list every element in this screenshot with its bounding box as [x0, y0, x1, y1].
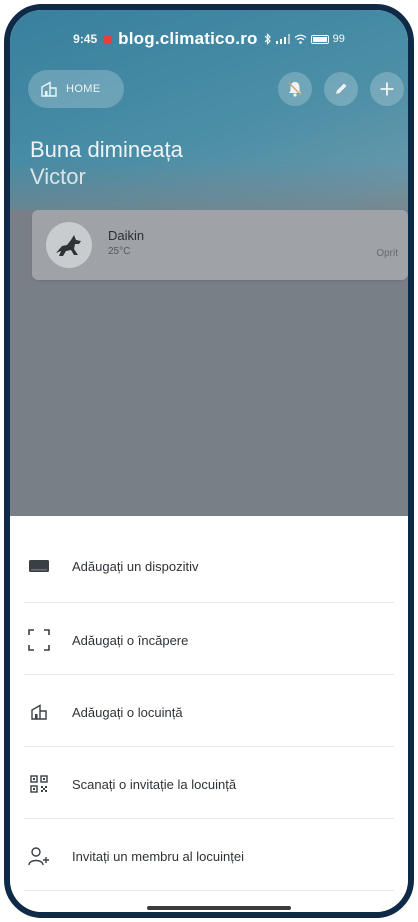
menu-item-scan-invitation[interactable]: Scanați o invitație la locuință	[10, 748, 408, 820]
divider	[24, 602, 394, 603]
add-button[interactable]	[370, 72, 404, 106]
menu-item-label: Adăugați un dispozitiv	[72, 558, 199, 574]
home-label: HOME	[66, 83, 101, 95]
plus-icon	[380, 82, 394, 96]
divider	[24, 818, 394, 819]
add-menu-sheet: Adăugați un dispozitiv Adăugați o încăpe…	[10, 516, 408, 912]
phone-frame: 9:45 blog.climatico.ro 99 HOME Buna dimi…	[4, 4, 414, 918]
bell-icon	[288, 82, 302, 97]
notification-icon	[103, 34, 113, 44]
notifications-button[interactable]	[278, 72, 312, 106]
home-indicator[interactable]	[147, 906, 291, 910]
bluetooth-icon	[264, 33, 271, 45]
menu-item-label: Adăugați o încăpere	[72, 632, 189, 648]
status-bar: 9:45 blog.climatico.ro 99	[10, 26, 408, 52]
add-person-icon	[28, 845, 50, 867]
status-icons: 99	[264, 33, 345, 45]
user-name: Victor	[30, 164, 86, 189]
battery-icon	[310, 34, 329, 44]
divider	[24, 746, 394, 747]
greeting-text: Buna dimineața	[30, 137, 183, 162]
pencil-icon	[336, 83, 347, 94]
edit-button[interactable]	[324, 72, 358, 106]
unicorn-icon	[56, 235, 81, 256]
menu-item-add-home[interactable]: Adăugați o locuință	[10, 676, 408, 748]
device-icon	[28, 555, 50, 577]
status-time: 9:45	[73, 32, 98, 46]
house-icon	[41, 81, 57, 97]
watermark-text: blog.climatico.ro	[118, 29, 258, 48]
menu-item-add-device[interactable]: Adăugați un dispozitiv	[10, 530, 408, 602]
menu-item-label: Invitați un membru al locuinței	[72, 848, 244, 864]
room-frame-icon	[28, 629, 50, 651]
device-state: Oprit	[376, 248, 398, 259]
menu-item-label: Scanați o invitație la locuință	[72, 776, 237, 792]
device-avatar	[46, 222, 92, 268]
screen: 9:45 blog.climatico.ro 99 HOME Buna dimi…	[10, 10, 408, 912]
top-bar: HOME	[28, 70, 404, 110]
menu-item-add-room[interactable]: Adăugați o încăpere	[10, 604, 408, 676]
signal-icon	[275, 34, 290, 44]
house-icon	[28, 701, 50, 723]
menu-item-invite-member[interactable]: Invitați un membru al locuinței	[10, 820, 408, 892]
menu-item-label: Adăugați o locuință	[72, 704, 183, 720]
battery-level: 99	[332, 33, 345, 45]
wifi-icon	[294, 34, 307, 44]
device-name: Daikin	[108, 228, 145, 243]
device-temperature: 25°C	[108, 246, 131, 257]
home-selector-button[interactable]: HOME	[28, 70, 124, 108]
divider	[24, 890, 394, 891]
divider	[24, 674, 394, 675]
qr-code-icon	[28, 773, 50, 795]
device-card[interactable]: Daikin 25°C Oprit	[32, 210, 408, 280]
